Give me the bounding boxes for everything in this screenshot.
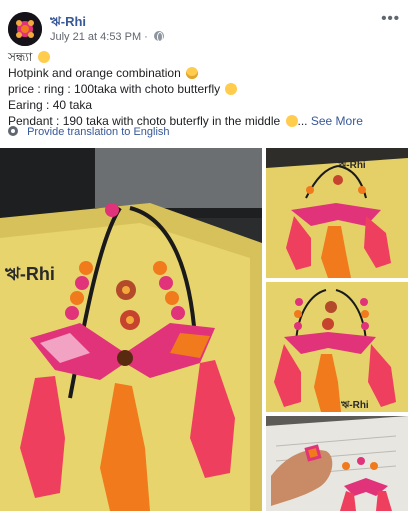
avatar[interactable] <box>8 12 42 46</box>
smile-emoji <box>285 115 298 127</box>
yellow-heart-emoji <box>37 51 50 63</box>
photo-main[interactable]: ঋ-Rhi <box>0 148 262 511</box>
necklace-photo-image: ঋ-Rhi <box>266 282 408 412</box>
caption-line: Earing : 40 taka <box>8 97 400 113</box>
caption-line: Hotpink and orange combination <box>8 65 400 81</box>
photo-thumb-2[interactable]: ঋ-Rhi <box>266 148 408 278</box>
avatar-logo-icon <box>8 12 42 46</box>
watermark-text: ঋ-Rhi <box>337 160 366 171</box>
post-caption: সন্ধ্যা Hotpink and orange combination p… <box>8 49 400 129</box>
facebook-post: ঋ-Rhi July 21 at 4:53 PM · ••• সন্ধ্যা H… <box>0 0 408 511</box>
caption-line-1: সন্ধ্যা <box>8 50 33 64</box>
post-header: ঋ-Rhi July 21 at 4:53 PM · ••• <box>8 10 400 46</box>
gear-icon[interactable] <box>8 126 18 136</box>
smile-emoji <box>225 83 238 95</box>
caption-line: সন্ধ্যা <box>8 49 400 65</box>
star-eyes-emoji <box>186 67 199 79</box>
translate-link[interactable]: Provide translation to English <box>27 126 169 138</box>
watermark-text: ঋ-Rhi <box>340 400 369 411</box>
photo-thumb-4[interactable] <box>266 416 408 511</box>
caption-line-3: price : ring : 100taka with choto butter… <box>8 82 221 96</box>
necklace-photo-image: ঋ-Rhi <box>266 148 408 278</box>
more-options-icon[interactable]: ••• <box>381 10 400 27</box>
watermark-text: ঋ-Rhi <box>4 264 55 284</box>
see-more-link[interactable]: See More <box>311 114 363 128</box>
translate-row: Provide translation to English <box>8 126 170 138</box>
caption-line: price : ring : 100taka with choto butter… <box>8 81 400 97</box>
globe-icon <box>153 31 164 42</box>
post-timestamp[interactable]: July 21 at 4:53 PM <box>50 31 141 43</box>
post-meta: July 21 at 4:53 PM · <box>50 31 164 43</box>
photo-grid: ঋ-Rhi ঋ-Rhi ঋ-Rhi <box>0 148 408 511</box>
caption-line-4: Earing : 40 taka <box>8 98 93 112</box>
photo-thumb-3[interactable]: ঋ-Rhi <box>266 282 408 412</box>
caption-line-2: Hotpink and orange combination <box>8 66 181 80</box>
ring-photo-image <box>266 416 408 511</box>
caption-ellipsis: ... <box>297 114 308 128</box>
necklace-photo-image: ঋ-Rhi <box>0 148 262 511</box>
